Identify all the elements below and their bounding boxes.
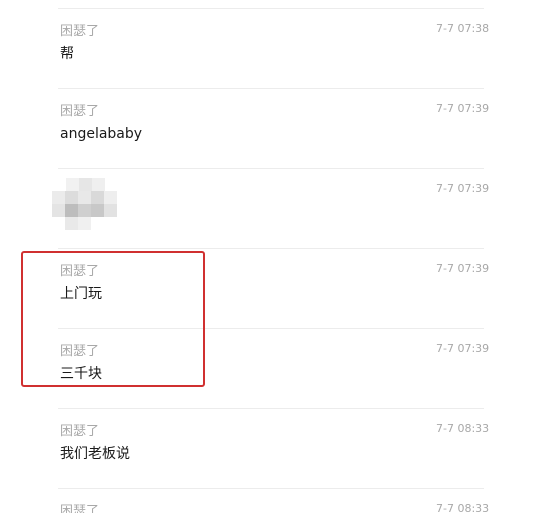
sender-name: 困瑟了	[60, 24, 100, 39]
message-text: 帮	[60, 46, 74, 62]
message-item[interactable]: 困瑟了 7-7 07:39 angelababy	[0, 88, 544, 169]
highlight-annotation-box	[21, 251, 205, 387]
message-item[interactable]: 困瑟了 7-7 07:38 帮	[0, 8, 544, 89]
message-timestamp: 7-7 08:33	[436, 502, 490, 513]
message-item[interactable]: 困瑟了 7-7 08:33 我们老板说	[0, 408, 544, 489]
sender-name: 困瑟了	[60, 104, 100, 119]
message-text: angelababy	[60, 126, 143, 142]
message-timestamp: 7-7 07:39	[436, 262, 490, 275]
sender-name: 困瑟了	[60, 504, 100, 513]
chat-history-panel: 困瑟了 7-7 07:38 帮 困瑟了 7-7 07:39 angelababy…	[0, 0, 544, 513]
message-timestamp: 7-7 08:33	[436, 422, 490, 435]
message-timestamp: 7-7 07:38	[436, 22, 490, 35]
message-item[interactable]: 困瑟了 7-7 08:33	[0, 488, 544, 513]
pixelated-image-icon[interactable]	[52, 178, 126, 230]
message-timestamp: 7-7 07:39	[436, 102, 490, 115]
sender-name: 困瑟了	[60, 424, 100, 439]
message-text: 我们老板说	[60, 446, 130, 462]
message-timestamp: 7-7 07:39	[436, 342, 490, 355]
message-timestamp: 7-7 07:39	[436, 182, 490, 195]
message-item[interactable]: 7-7 07:39	[0, 168, 544, 249]
